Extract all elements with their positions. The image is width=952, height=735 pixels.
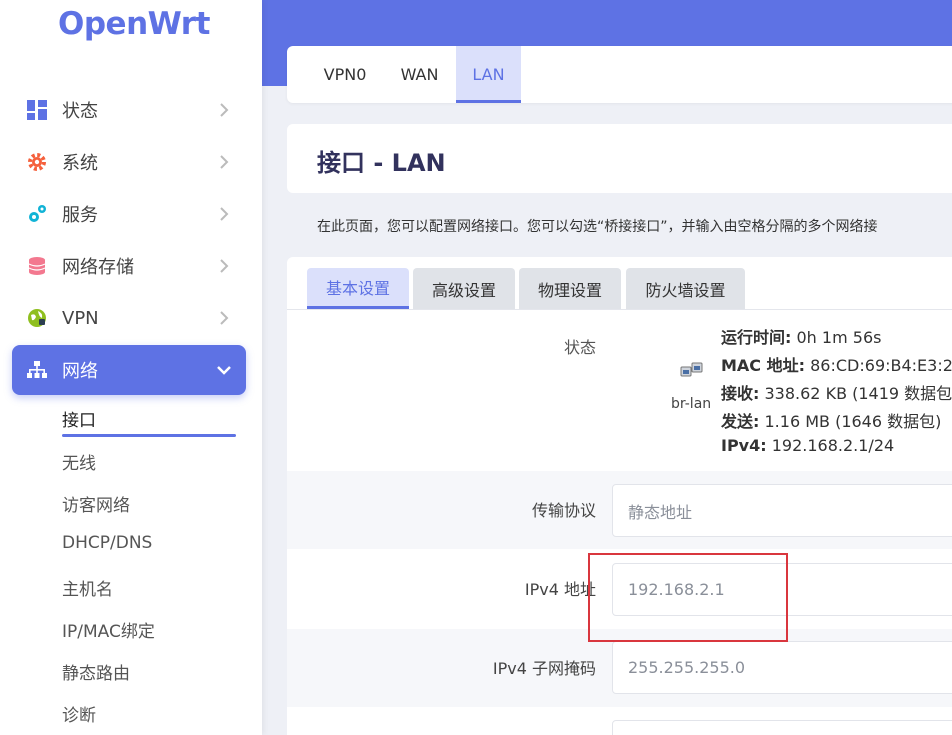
storage-icon: [26, 255, 48, 277]
sidebar-item-system[interactable]: 系统: [12, 137, 246, 187]
gear-icon: [26, 151, 48, 173]
tab-wan[interactable]: WAN: [387, 46, 452, 103]
tab-basic-settings[interactable]: 基本设置: [307, 268, 409, 309]
sidebar-item-network[interactable]: 网络: [12, 345, 246, 395]
tx-value: 1.16 MB (1646 数据包): [764, 412, 942, 431]
chevron-right-icon: [214, 100, 234, 120]
vpn-icon: [26, 307, 48, 329]
device-name: br-lan: [671, 396, 712, 412]
gateway-input[interactable]: [612, 720, 952, 735]
chevron-down-icon: [214, 360, 234, 380]
network-icon: [26, 359, 48, 381]
chevron-right-icon: [214, 204, 234, 224]
tab-physical-settings[interactable]: 物理设置: [519, 268, 621, 309]
chevron-right-icon: [214, 152, 234, 172]
netmask-input[interactable]: 255.255.255.0: [612, 641, 952, 694]
submenu-ip-mac-binding[interactable]: IP/MAC绑定: [62, 617, 155, 642]
services-icon: [26, 203, 48, 225]
uptime-value: 0h 1m 56s: [796, 328, 882, 347]
submenu-interfaces[interactable]: 接口: [62, 406, 96, 431]
protocol-select[interactable]: 静态地址: [612, 484, 952, 537]
sidebar-item-label: 网络存储: [62, 257, 134, 278]
page-title: 接口 - LAN: [317, 149, 446, 177]
title-card: 接口 - LAN: [287, 124, 952, 193]
highlight-annotation-box: [588, 553, 788, 642]
ethernet-port-icon: [680, 360, 704, 380]
sidebar-item-label: 系统: [62, 153, 98, 174]
interface-tabs: VPN0 WAN LAN: [287, 46, 952, 103]
tx-key: 发送:: [721, 412, 760, 431]
sidebar-item-label: 状态: [62, 101, 98, 122]
chevron-right-icon: [214, 256, 234, 276]
netmask-label: IPv4 子网掩码: [492, 659, 596, 678]
tab-firewall-settings[interactable]: 防火墙设置: [626, 268, 745, 309]
sidebar: OpenWrt 状态 系统 服务 网络存储 VPN 网络 接口 无线 访客网络 …: [0, 0, 262, 735]
ipv4-address-label: IPv4 地址: [524, 580, 596, 599]
ipv4-key: IPv4:: [721, 436, 767, 455]
submenu-dhcp-dns[interactable]: DHCP/DNS: [62, 533, 152, 553]
tab-divider: [287, 309, 952, 310]
active-submenu-underline: [62, 434, 236, 437]
submenu-diagnostics[interactable]: 诊断: [62, 701, 96, 726]
sidebar-item-label: VPN: [62, 307, 99, 329]
protocol-label: 传输协议: [531, 501, 596, 520]
tx-line: 发送: 1.16 MB (1646 数据包): [721, 408, 941, 432]
dashboard-icon: [26, 99, 48, 121]
tab-advanced-settings[interactable]: 高级设置: [413, 268, 515, 309]
submenu-guest-network[interactable]: 访客网络: [62, 491, 130, 516]
sidebar-item-vpn[interactable]: VPN: [12, 293, 246, 343]
sidebar-item-status[interactable]: 状态: [12, 85, 246, 135]
tab-lan[interactable]: LAN: [456, 46, 521, 103]
mac-key: MAC 地址:: [721, 356, 806, 375]
page-description: 在此页面，您可以配置网络接口。您可以勾选“桥接接口”，并输入由空格分隔的多个网络…: [317, 219, 878, 235]
sidebar-item-services[interactable]: 服务: [12, 189, 246, 239]
ipv4-value: 192.168.2.1/24: [771, 436, 895, 455]
rx-value: 338.62 KB (1419 数据包): [764, 384, 952, 403]
submenu-hostnames[interactable]: 主机名: [62, 575, 113, 600]
uptime-key: 运行时间:: [721, 328, 792, 347]
mac-line: MAC 地址: 86:CD:69:B4:E3:2A: [721, 352, 952, 376]
sidebar-item-label: 网络: [62, 361, 98, 382]
mac-value: 86:CD:69:B4:E3:2A: [810, 356, 952, 375]
submenu-wireless[interactable]: 无线: [62, 449, 96, 474]
uptime-line: 运行时间: 0h 1m 56s: [721, 324, 881, 348]
sidebar-item-label: 服务: [62, 205, 98, 226]
sidebar-item-storage[interactable]: 网络存储: [12, 241, 246, 291]
submenu-static-routes[interactable]: 静态路由: [62, 659, 130, 684]
ipv4-line: IPv4: 192.168.2.1/24: [721, 436, 894, 455]
chevron-right-icon: [214, 308, 234, 328]
status-label: 状态: [563, 338, 596, 357]
rx-key: 接收:: [721, 384, 760, 403]
tab-vpn0[interactable]: VPN0: [309, 46, 381, 103]
openwrt-logo[interactable]: OpenWrt: [58, 6, 210, 42]
rx-line: 接收: 338.62 KB (1419 数据包): [721, 380, 952, 404]
